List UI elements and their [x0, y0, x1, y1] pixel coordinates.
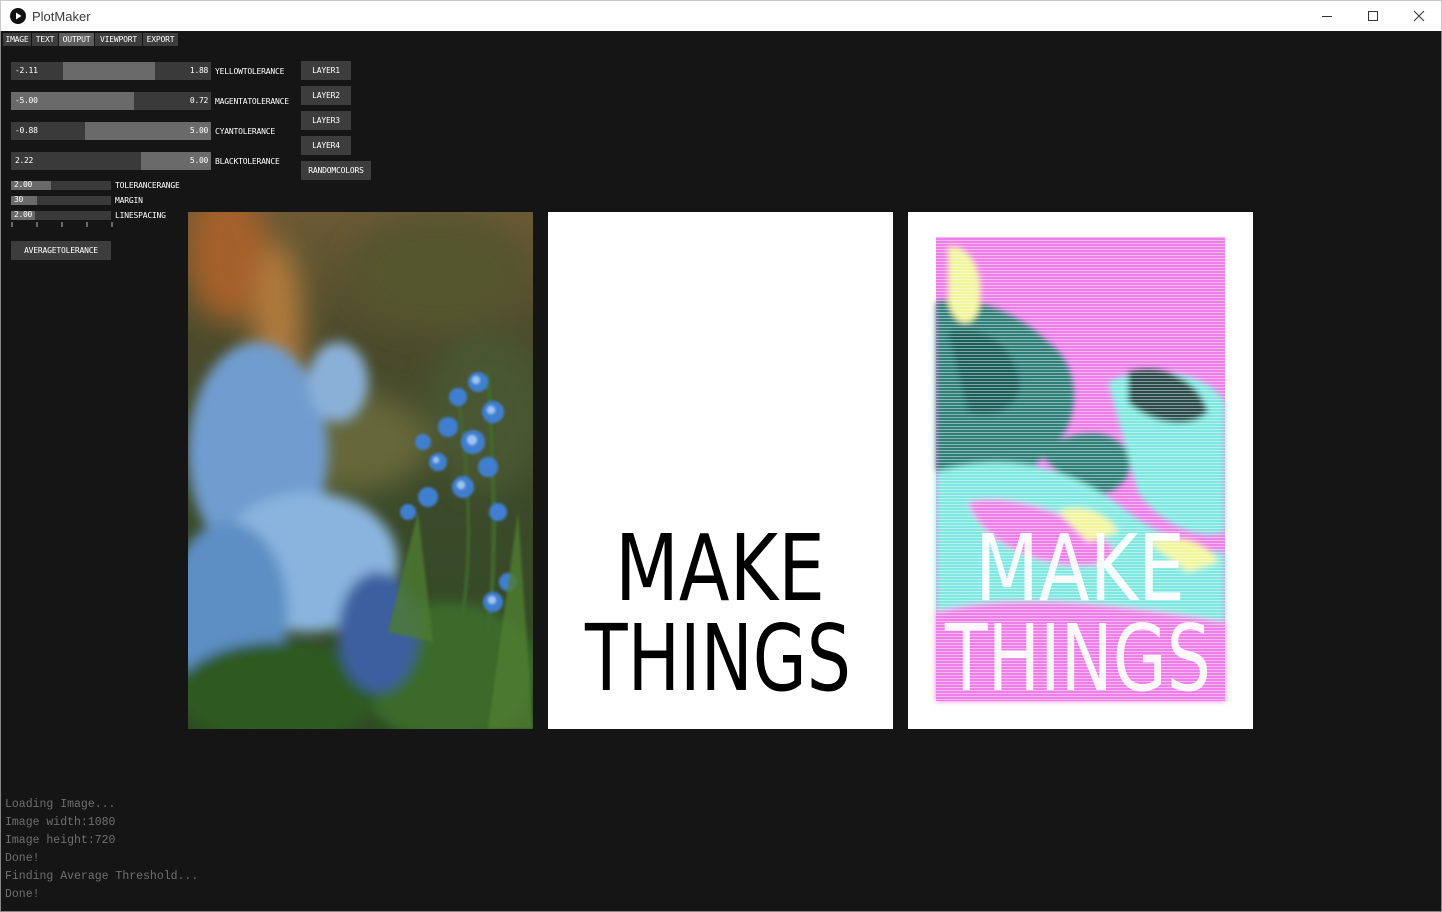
- title-bar: PlotMaker: [0, 0, 1442, 31]
- log-line: Done!: [5, 888, 40, 901]
- flower-photo: [188, 212, 533, 729]
- slider-value: 2.00: [14, 180, 33, 189]
- cyan-tolerance-label: CYANTOLERANCE: [215, 127, 276, 136]
- layer3-button[interactable]: LAYER3: [301, 111, 351, 130]
- text-preview: MAKE THINGS: [584, 515, 851, 712]
- slider-value: 30: [14, 195, 24, 204]
- tab-text[interactable]: TEXT: [32, 33, 58, 46]
- slider-low-value: -0.88: [15, 126, 38, 135]
- layer2-button[interactable]: LAYER2: [301, 86, 351, 105]
- slider-low-value: -5.00: [15, 96, 38, 105]
- text-preview-panel: MAKE THINGS: [548, 212, 893, 729]
- line-spacing-slider[interactable]: 2.00: [11, 210, 111, 220]
- slider-range-fill: [63, 62, 155, 80]
- close-button[interactable]: [1396, 1, 1442, 31]
- layer4-button[interactable]: LAYER4: [301, 136, 351, 155]
- console-log: Loading Image... Image width:1080 Image …: [5, 796, 198, 904]
- magenta-tolerance-label: MAGENTATOLERANCE: [215, 97, 289, 106]
- yellow-tolerance-slider[interactable]: -2.11 1.88: [11, 62, 211, 80]
- magenta-tolerance-slider[interactable]: -5.00 0.72: [11, 92, 211, 110]
- random-colors-button[interactable]: RANDOMCOLORS: [301, 161, 371, 180]
- log-line: Image height:720: [5, 834, 116, 847]
- plot-output: MAKE THINGS: [936, 237, 1225, 712]
- slider-low-value: -2.11: [15, 66, 38, 75]
- log-line: Loading Image...: [5, 798, 116, 811]
- slider-value: 2.00: [14, 210, 33, 219]
- minimize-button[interactable]: [1304, 1, 1350, 31]
- line-spacing-label: LINESPACING: [115, 211, 166, 220]
- log-line: Done!: [5, 852, 40, 865]
- slider-high-value: 5.00: [189, 156, 208, 165]
- maximize-icon: [1368, 11, 1378, 21]
- log-line: Image width:1080: [5, 816, 116, 829]
- yellow-tolerance-label: YELLOWTOLERANCE: [215, 67, 285, 76]
- tab-output[interactable]: OUTPUT: [59, 33, 94, 46]
- slider-tick-marks: [11, 222, 113, 227]
- average-tolerance-button[interactable]: AVERAGETOLERANCE: [11, 241, 111, 260]
- log-line: Finding Average Threshold...: [5, 870, 199, 883]
- cyan-tolerance-slider[interactable]: -0.88 5.00: [11, 122, 211, 140]
- window-title: PlotMaker: [32, 9, 91, 24]
- app-canvas: IMAGE TEXT OUTPUT VIEWPORT EXPORT -2.11 …: [0, 31, 1442, 912]
- black-tolerance-slider[interactable]: 2.22 5.00: [11, 152, 211, 170]
- slider-low-value: 2.22: [15, 156, 34, 165]
- minimize-icon: [1322, 16, 1332, 17]
- play-icon: [10, 8, 26, 24]
- tab-export[interactable]: EXPORT: [143, 33, 178, 46]
- margin-slider[interactable]: 30: [11, 195, 111, 205]
- tolerance-range-label: TOLERANCERANGE: [115, 181, 180, 190]
- slider-high-value: 5.00: [189, 126, 208, 135]
- tab-viewport[interactable]: VIEWPORT: [95, 33, 142, 46]
- layer1-button[interactable]: LAYER1: [301, 61, 351, 80]
- source-image-panel: [188, 212, 533, 729]
- black-tolerance-label: BLACKTOLERANCE: [215, 157, 280, 166]
- maximize-button[interactable]: [1350, 1, 1396, 31]
- margin-label: MARGIN: [115, 196, 143, 205]
- plot-output-panel: MAKE THINGS: [908, 212, 1253, 729]
- preview-text-line2: THINGS: [584, 605, 851, 712]
- tolerance-range-slider[interactable]: 2.00: [11, 180, 111, 190]
- close-icon: [1413, 10, 1425, 22]
- tab-image[interactable]: IMAGE: [3, 33, 31, 46]
- slider-high-value: 0.72: [189, 96, 208, 105]
- slider-high-value: 1.88: [189, 66, 208, 75]
